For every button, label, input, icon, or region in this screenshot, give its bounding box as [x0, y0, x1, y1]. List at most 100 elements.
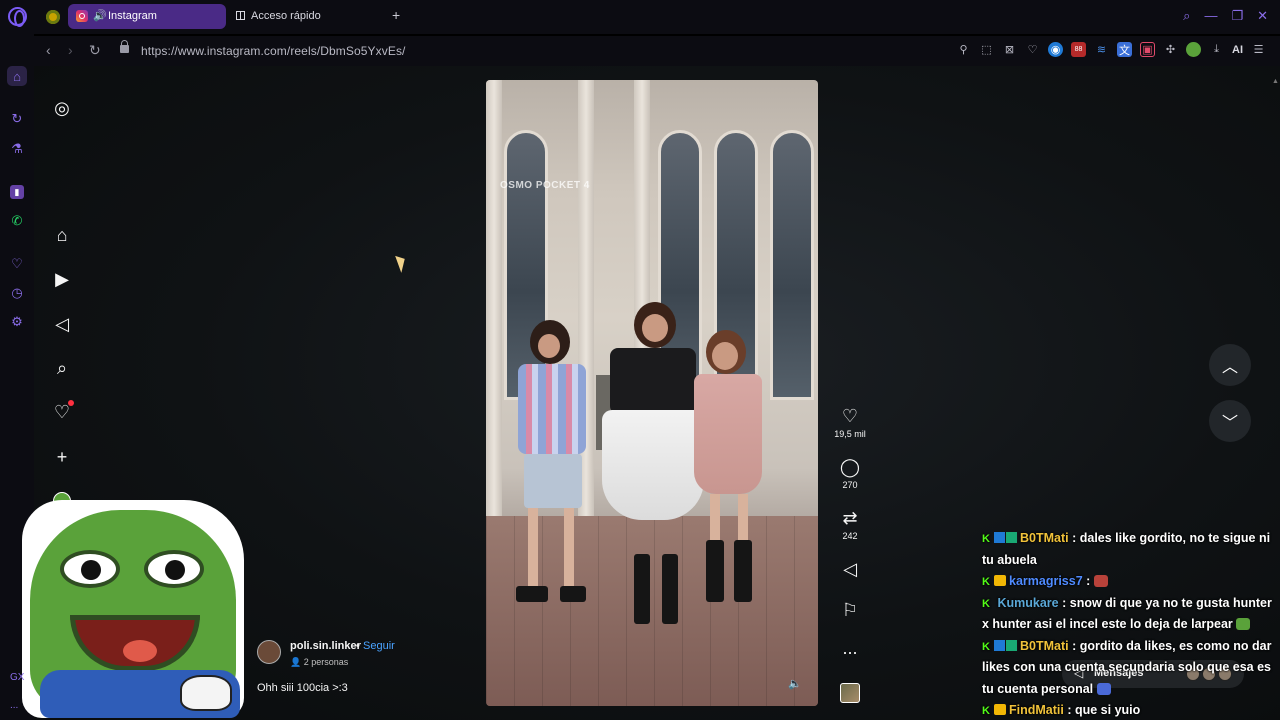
reel-video[interactable]: OSMO POCKET 4 🔈	[486, 80, 818, 706]
author-avatar[interactable]	[257, 640, 281, 664]
nav-home-icon[interactable]: ⌂	[51, 224, 73, 246]
snapshot-icon[interactable]: ⬚	[979, 42, 994, 57]
share-icon[interactable]: ◁	[830, 559, 870, 579]
menu-icon[interactable]: ☰	[1251, 42, 1266, 57]
puzzle-icon[interactable]: ✣	[1163, 42, 1178, 57]
chat-username: Kumukare	[997, 595, 1059, 610]
url-field[interactable]: https://www.instagram.com/reels/DbmSo5Yx…	[141, 44, 406, 58]
repost-icon[interactable]: ⇄	[830, 508, 870, 528]
pin-icon[interactable]: ⚲	[956, 42, 971, 57]
comment-action[interactable]: ◯ 270	[830, 457, 870, 490]
minimize-button[interactable]: —	[1204, 8, 1217, 24]
heart-icon[interactable]: ♡	[830, 406, 870, 426]
scrollbar[interactable]	[1272, 70, 1278, 90]
author-username[interactable]: poli.sin.linker	[290, 640, 361, 652]
heart-icon[interactable]: ♡	[7, 254, 27, 274]
chat-username: FindMatii	[1009, 703, 1064, 717]
grid-icon	[236, 11, 245, 20]
chat-username: karmagriss7	[1009, 574, 1083, 588]
notification-dot	[68, 400, 74, 406]
nav-create-icon[interactable]: +	[51, 446, 73, 468]
audio-playing-icon[interactable]: 🔊	[93, 9, 107, 22]
share-action[interactable]: ◁	[830, 559, 870, 579]
comment-icon[interactable]: ◯	[830, 457, 870, 477]
chat-message: K B0TMati : dales like gordito, no te sig…	[982, 528, 1280, 571]
more-action[interactable]: ...	[830, 638, 870, 658]
bookmark-icon[interactable]: ⚐	[830, 600, 870, 620]
back-button[interactable]: ‹	[46, 42, 51, 58]
badge-icon	[994, 639, 1005, 651]
kick-badge-icon: K	[982, 640, 990, 653]
workspace-icon[interactable]: ⚗	[7, 139, 27, 159]
nav-search-icon[interactable]: ⌕	[51, 357, 73, 379]
instagram-logo-icon[interactable]: ◎	[51, 97, 73, 119]
pepe-eye	[144, 550, 204, 588]
search-tabs-icon[interactable]: ⌕	[1183, 8, 1190, 24]
aria-icon[interactable]: ↻	[7, 109, 27, 129]
lock-icon[interactable]	[120, 40, 129, 53]
pepe-extension-icon[interactable]	[1186, 42, 1201, 57]
soundwave-icon[interactable]: ≋	[1094, 42, 1109, 57]
ai-button[interactable]: AI	[1232, 44, 1243, 56]
collaborators-count: 2 personas	[303, 657, 349, 667]
chat-username: B0TMati	[1020, 531, 1069, 545]
maximize-button[interactable]: ❐	[1231, 8, 1243, 24]
heart-icon[interactable]: ♡	[1025, 42, 1040, 57]
whatsapp-icon[interactable]: ✆	[7, 211, 27, 231]
previous-reel-button[interactable]: ︿	[1209, 344, 1251, 386]
volume-icon[interactable]: 🔈	[788, 677, 802, 690]
reload-button[interactable]: ↻	[89, 42, 101, 59]
tab-title: Instagram	[108, 10, 157, 22]
next-reel-button[interactable]: ﹀	[1209, 400, 1251, 442]
chevron-down-icon: ﹀	[1221, 415, 1238, 432]
download-icon[interactable]: ⤓	[1209, 42, 1224, 57]
dog-sticker	[180, 675, 232, 711]
settings-icon[interactable]: ⚙	[7, 312, 27, 332]
kick-badge-icon: K	[982, 576, 990, 588]
nav-notifications-icon[interactable]: ♡	[51, 400, 74, 423]
twitch-icon[interactable]: ▮	[10, 185, 24, 199]
repost-action[interactable]: ⇄ 242	[830, 508, 870, 541]
translate-icon[interactable]: 文	[1117, 42, 1132, 57]
gx-label[interactable]: GX	[10, 672, 24, 683]
pillar	[486, 80, 502, 520]
tab-title: Acceso rápido	[251, 10, 321, 22]
opera-logo-icon[interactable]	[8, 7, 27, 27]
crown-badge-icon	[994, 575, 1006, 586]
kick-badge-icon: K	[982, 533, 990, 545]
home-icon[interactable]: ⌂	[7, 66, 27, 86]
pepe-eye	[60, 550, 120, 588]
chat-text: :	[1086, 574, 1091, 588]
nav-messages-icon[interactable]: ◁	[51, 313, 73, 335]
sidebar-more-icon[interactable]: ...	[10, 700, 18, 711]
chevron-up-icon: ︿	[1221, 359, 1238, 376]
pepe-tongue	[123, 640, 157, 662]
stream-chat-overlay: K B0TMati : dales like gordito, no te sig…	[982, 528, 1280, 720]
pepe-face	[30, 510, 240, 718]
emote-icon	[1096, 682, 1111, 695]
tab-quick-access[interactable]: Acceso rápido	[236, 10, 321, 22]
history-icon[interactable]: ◷	[7, 283, 27, 303]
block-icon[interactable]: ⊠	[1002, 42, 1017, 57]
nav-reels-icon[interactable]: ▶	[51, 268, 73, 290]
emote-icon	[1093, 575, 1108, 587]
tab-instagram[interactable]: 🔊 Instagram	[68, 4, 226, 29]
extension-badge-icon[interactable]: 88	[1071, 42, 1086, 57]
instagram-favicon-icon	[76, 10, 88, 22]
save-action[interactable]: ⚐	[830, 600, 870, 620]
audio-thumbnail[interactable]	[840, 683, 860, 703]
more-options-icon[interactable]: ...	[830, 638, 870, 658]
reel-caption: Ohh siii 100cia >:3	[257, 682, 348, 694]
like-action[interactable]: ♡ 19,5 mil	[830, 406, 870, 439]
tab-bar: 🔊 Instagram Acceso rápido + ⌕ — ❐ ✕	[0, 0, 1280, 34]
pepe-emote-overlay	[22, 500, 244, 718]
forward-button[interactable]: ›	[68, 42, 73, 58]
follow-button[interactable]: Seguir	[363, 640, 395, 652]
window-controls: ⌕ — ❐ ✕	[1183, 8, 1268, 24]
record-icon[interactable]: ▣	[1140, 42, 1155, 57]
extension-chip-icon[interactable]	[46, 10, 60, 24]
vpn-icon[interactable]: ◉	[1048, 42, 1063, 57]
collaborators-label[interactable]: 👤 2 personas	[290, 657, 348, 668]
new-tab-button[interactable]: +	[392, 7, 400, 23]
close-button[interactable]: ✕	[1257, 8, 1268, 24]
